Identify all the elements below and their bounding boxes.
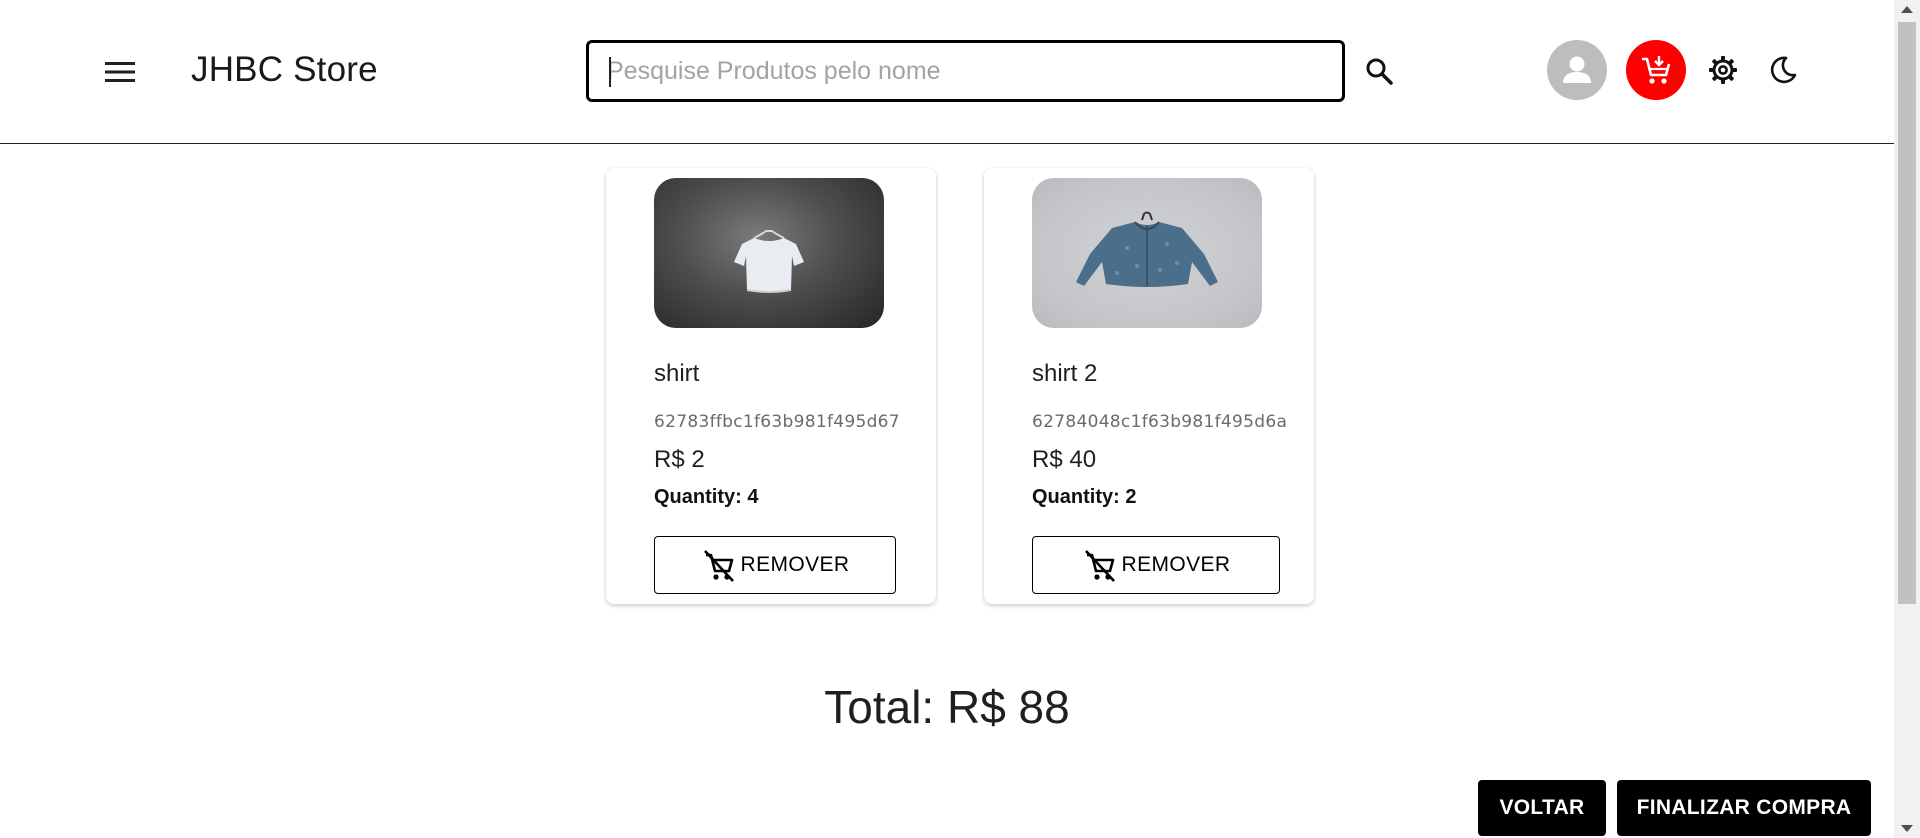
settings-button[interactable]: [1703, 50, 1743, 90]
scroll-down-arrow-icon[interactable]: [1901, 825, 1913, 832]
theme-toggle-button[interactable]: [1763, 50, 1803, 90]
app-header: JHBC Store: [0, 0, 1894, 144]
product-id: 62783ffbc1f63b981f495d67: [654, 412, 900, 432]
white-shirt-image: [734, 230, 804, 293]
denim-shirt-image: [1076, 211, 1218, 287]
remove-shopping-cart-icon: [703, 550, 734, 582]
product-price: R$ 40: [1032, 446, 1097, 473]
search-icon: [1366, 58, 1393, 85]
page-scrollbar[interactable]: [1894, 0, 1920, 838]
product-quantity: Quantity: 4: [654, 486, 759, 508]
cart-item-card: shirt 62783ffbc1f63b981f495d67 R$ 2 Quan…: [606, 168, 936, 604]
product-quantity: Quantity: 2: [1032, 486, 1137, 508]
remove-from-cart-button[interactable]: REMOVER: [1032, 536, 1280, 594]
menu-button[interactable]: [100, 52, 140, 92]
moon-icon: [1770, 56, 1797, 84]
scrollbar-thumb[interactable]: [1898, 22, 1916, 604]
remove-shopping-cart-icon: [1084, 550, 1115, 582]
back-button[interactable]: VOLTAR: [1478, 780, 1606, 836]
person-icon: [1563, 56, 1591, 83]
product-id: 62784048c1f63b981f495d6a: [1032, 412, 1288, 432]
product-image: [1032, 178, 1262, 328]
product-price: R$ 2: [654, 446, 705, 473]
cart-item-card: shirt 2 62784048c1f63b981f495d6a R$ 40 Q…: [984, 168, 1314, 604]
checkout-button[interactable]: FINALIZAR COMPRA: [1617, 780, 1871, 836]
remove-from-cart-button[interactable]: REMOVER: [654, 536, 896, 594]
cart-total-container: Total: R$ 88: [0, 680, 1894, 734]
product-image: [654, 178, 884, 328]
gear-icon: [1709, 56, 1737, 84]
product-name: shirt 2: [1032, 360, 1098, 387]
text-caret: [609, 57, 611, 87]
add-shopping-cart-icon: [1642, 56, 1671, 84]
search-field[interactable]: [586, 40, 1345, 102]
scroll-up-arrow-icon[interactable]: [1901, 6, 1913, 13]
search-input[interactable]: [607, 56, 1342, 86]
remove-button-label: REMOVER: [1121, 553, 1231, 576]
search-button[interactable]: [1358, 50, 1400, 92]
remove-button-label: REMOVER: [740, 553, 850, 576]
store-title[interactable]: JHBC Store: [191, 50, 378, 90]
cart-button[interactable]: [1626, 40, 1686, 100]
cart-total: Total: R$ 88: [824, 681, 1070, 733]
hamburger-menu-icon: [105, 62, 135, 82]
user-avatar-button[interactable]: [1547, 40, 1607, 100]
product-name: shirt: [654, 360, 700, 387]
